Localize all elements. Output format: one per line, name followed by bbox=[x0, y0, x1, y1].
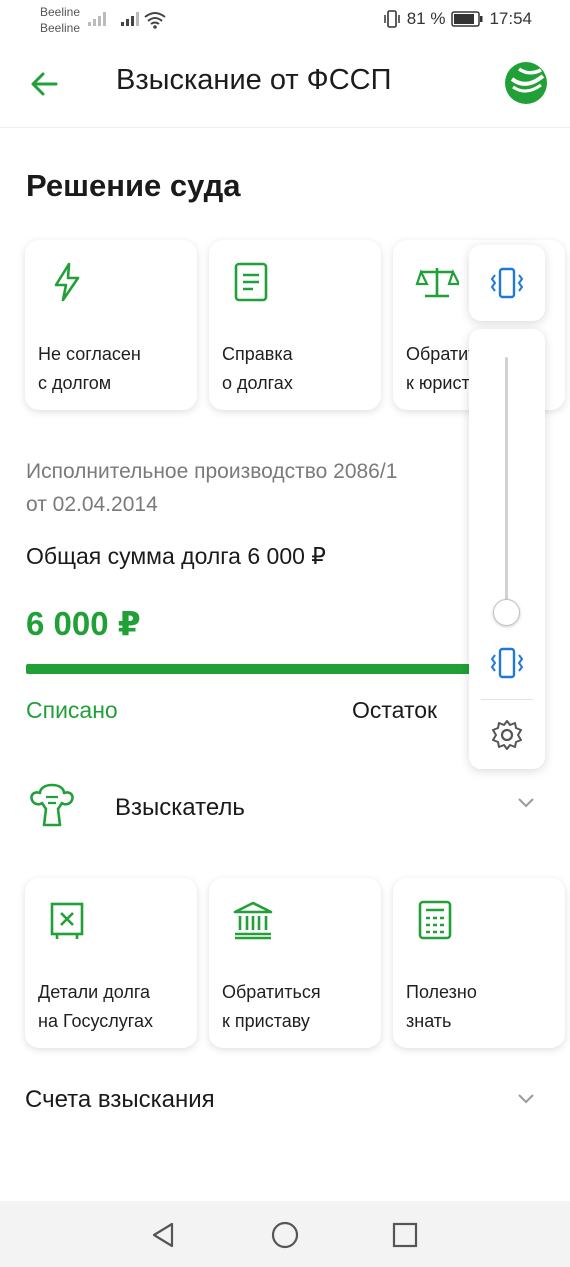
volume-slider-track[interactable] bbox=[505, 357, 508, 615]
card-label: Справка о долгах bbox=[222, 344, 293, 393]
divider bbox=[481, 699, 533, 700]
card-useful-info[interactable]: Полезно знать bbox=[393, 878, 565, 1048]
gear-icon[interactable] bbox=[490, 718, 524, 752]
card-label: Обратиться к приставу bbox=[222, 982, 321, 1031]
status-bar: Beeline Beeline 81 % 17:54 bbox=[0, 0, 570, 40]
case-date: от 02.04.2014 bbox=[26, 493, 158, 516]
sber-logo-icon[interactable] bbox=[503, 60, 549, 106]
lightning-icon bbox=[54, 262, 80, 302]
volume-slider-knob[interactable] bbox=[493, 599, 520, 626]
card-bailiff[interactable]: Обратиться к приставу bbox=[209, 878, 381, 1048]
case-number: Исполнительное производство 2086/1 bbox=[26, 460, 398, 483]
collector-emblem-icon bbox=[30, 783, 74, 827]
accounts-title[interactable]: Счета взыскания bbox=[25, 1086, 215, 1114]
battery-percent: 81 % bbox=[406, 9, 446, 28]
written-off-label: Списано bbox=[26, 697, 118, 723]
signal-icon bbox=[121, 12, 139, 26]
case-info: Исполнительное производство 2086/15 от 0… bbox=[26, 455, 483, 521]
card-debt-certificate[interactable]: Справка о долгах bbox=[209, 240, 381, 410]
clock: 17:54 bbox=[489, 9, 532, 28]
card-label: Детали долга на Госуслугах bbox=[38, 982, 153, 1031]
chevron-down-icon[interactable] bbox=[516, 796, 536, 810]
section-title: Решение суда bbox=[26, 168, 241, 203]
vibrate-status-icon bbox=[383, 10, 400, 28]
total-debt-value: 6 000 ₽ bbox=[26, 605, 141, 642]
card-label: Не согласен с долгом bbox=[38, 344, 141, 393]
home-circle-icon[interactable] bbox=[269, 1219, 301, 1251]
system-nav-bar bbox=[0, 1201, 570, 1267]
signal-icon bbox=[88, 12, 106, 26]
back-triangle-icon[interactable] bbox=[148, 1219, 180, 1251]
carrier-1: Beeline bbox=[40, 5, 81, 19]
collector-title[interactable]: Взыскатель bbox=[115, 794, 245, 822]
volume-panel bbox=[469, 329, 545, 769]
remaining-label: Остаток bbox=[352, 697, 438, 723]
scales-icon bbox=[415, 268, 459, 298]
debt-progress-bar bbox=[26, 664, 516, 674]
document-icon bbox=[234, 262, 268, 302]
calculator-icon bbox=[418, 900, 452, 940]
bank-building-icon bbox=[233, 901, 273, 940]
total-debt-label: Общая сумма долга 6 000 ₽ bbox=[26, 543, 326, 569]
gosuslugi-icon bbox=[50, 902, 84, 939]
chevron-down-icon[interactable] bbox=[516, 1092, 536, 1106]
wifi-icon bbox=[144, 12, 166, 29]
card-disagree[interactable]: Не согласен с долгом bbox=[25, 240, 197, 410]
page-title: Взыскание от ФССП bbox=[116, 64, 392, 96]
vibrate-mode-button[interactable] bbox=[469, 245, 545, 321]
app-bar: Взыскание от ФССП bbox=[0, 40, 570, 128]
vibrate-icon bbox=[490, 267, 524, 299]
card-label: Полезно знать bbox=[406, 982, 477, 1031]
arrow-left-icon[interactable] bbox=[26, 64, 66, 104]
carrier-2: Beeline bbox=[40, 21, 81, 35]
vibrate-icon[interactable] bbox=[487, 647, 527, 679]
card-gosuslugi[interactable]: Детали долга на Госуслугах bbox=[25, 878, 197, 1048]
battery-icon bbox=[451, 11, 483, 27]
recents-square-icon[interactable] bbox=[389, 1219, 421, 1251]
